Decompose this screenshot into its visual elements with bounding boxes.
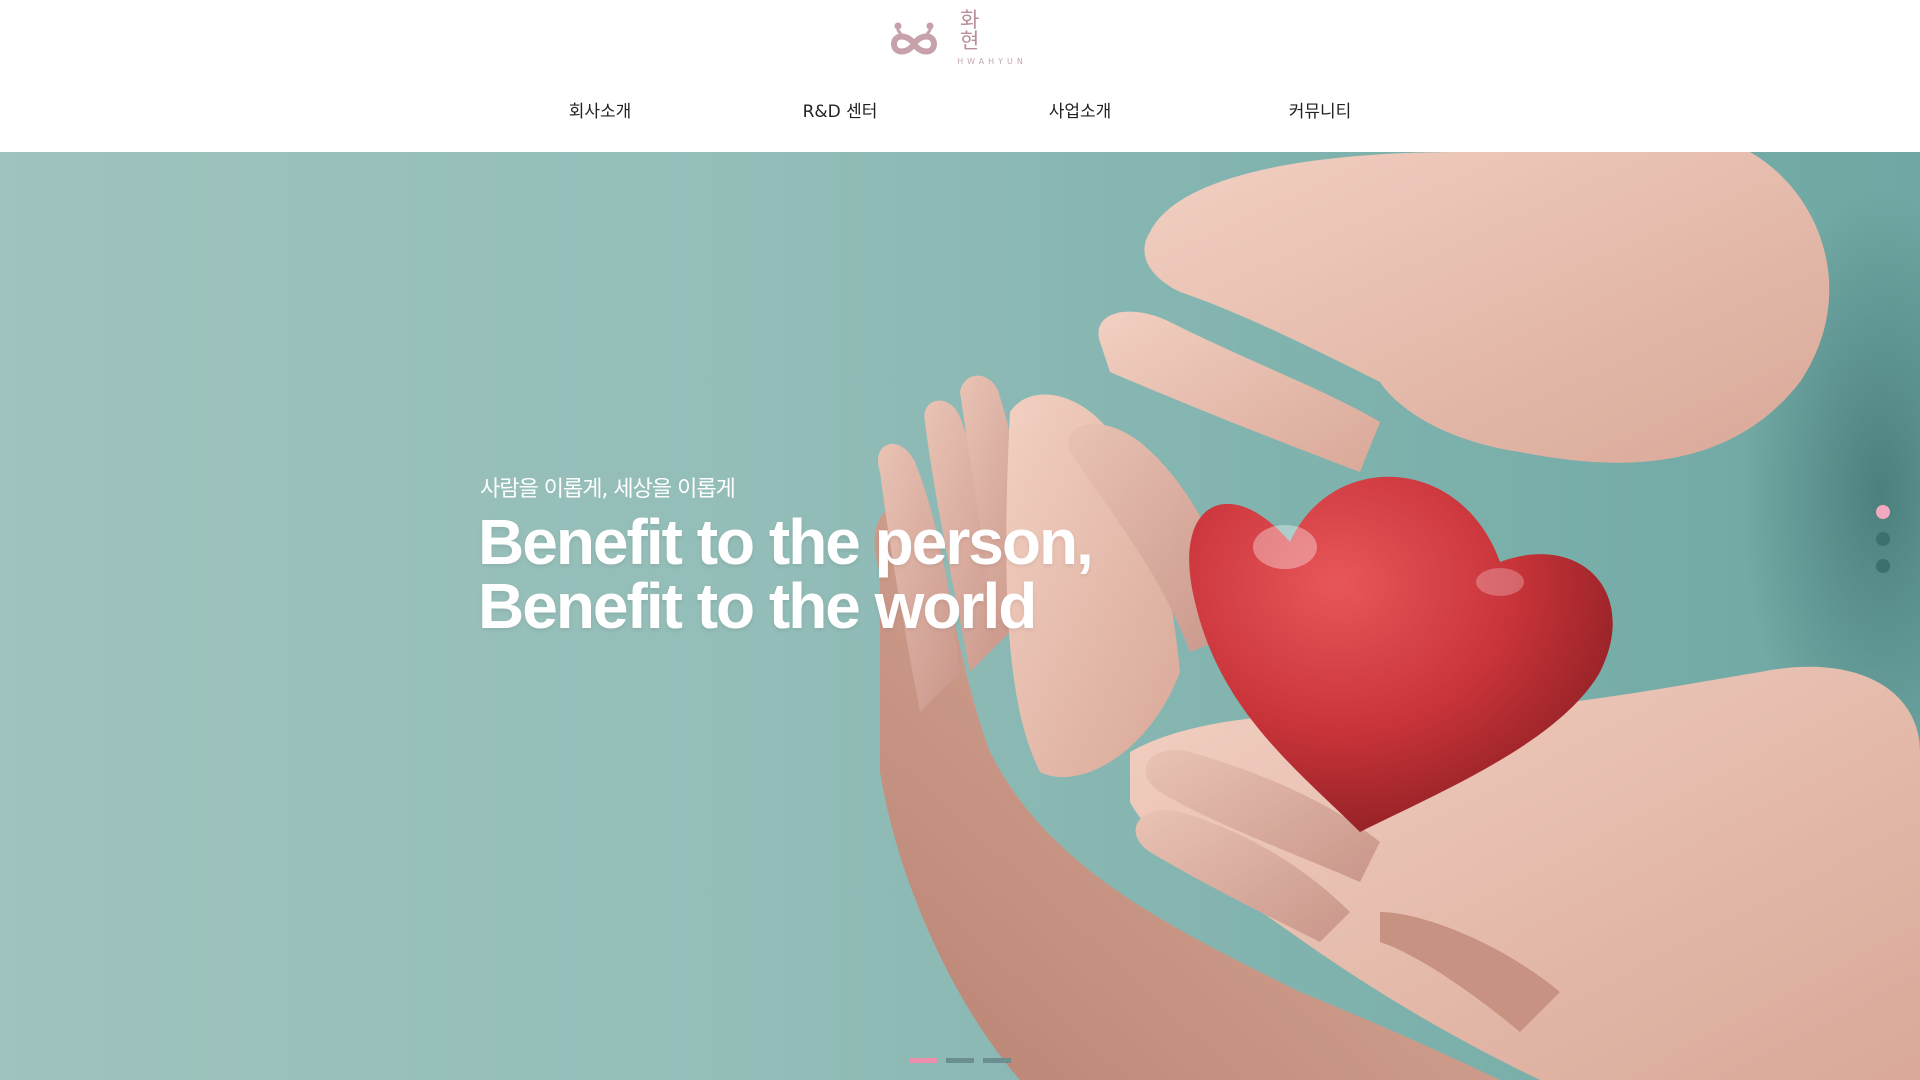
logo[interactable]: 화 현 HWAHYUN [888,10,1030,66]
slide-bar-2[interactable] [946,1058,974,1063]
nav-item-community[interactable]: 커뮤니티 [1289,97,1352,122]
site-header: 화 현 HWAHYUN 회사소개 R&D 센터 사업소개 커뮤니티 [0,0,1920,152]
nav-item-rnd-center[interactable]: R&D 센터 [803,97,878,122]
logo-name-english: HWAHYUN [957,57,1027,66]
hero-slider: 사람을 이롭게, 세상을 이롭게 Benefit to the person, … [0,152,1920,1080]
slide-pagination-vertical [1876,505,1890,575]
logo-name-korean: 화 현 [960,8,992,53]
slide-dot-1[interactable] [1876,505,1890,519]
slide-dot-3[interactable] [1876,559,1890,573]
infinity-logo-icon [888,18,940,58]
logo-text: 화 현 HWAHYUN [950,10,1030,66]
slide-dot-2[interactable] [1876,532,1890,546]
hero-title: Benefit to the person, Benefit to the wo… [478,506,1094,642]
main-nav: 회사소개 R&D 센터 사업소개 커뮤니티 [0,97,1920,127]
hero-title-line-2: Benefit to the world [478,570,1037,642]
slide-bar-1[interactable] [909,1058,937,1063]
nav-item-company[interactable]: 회사소개 [569,97,632,122]
slide-bar-3[interactable] [983,1058,1011,1063]
hero-subtitle: 사람을 이롭게, 세상을 이롭게 [480,477,736,502]
nav-item-business[interactable]: 사업소개 [1049,97,1112,122]
hero-title-line-1: Benefit to the person, [478,506,1094,578]
slide-pagination-bars [909,1058,1011,1064]
